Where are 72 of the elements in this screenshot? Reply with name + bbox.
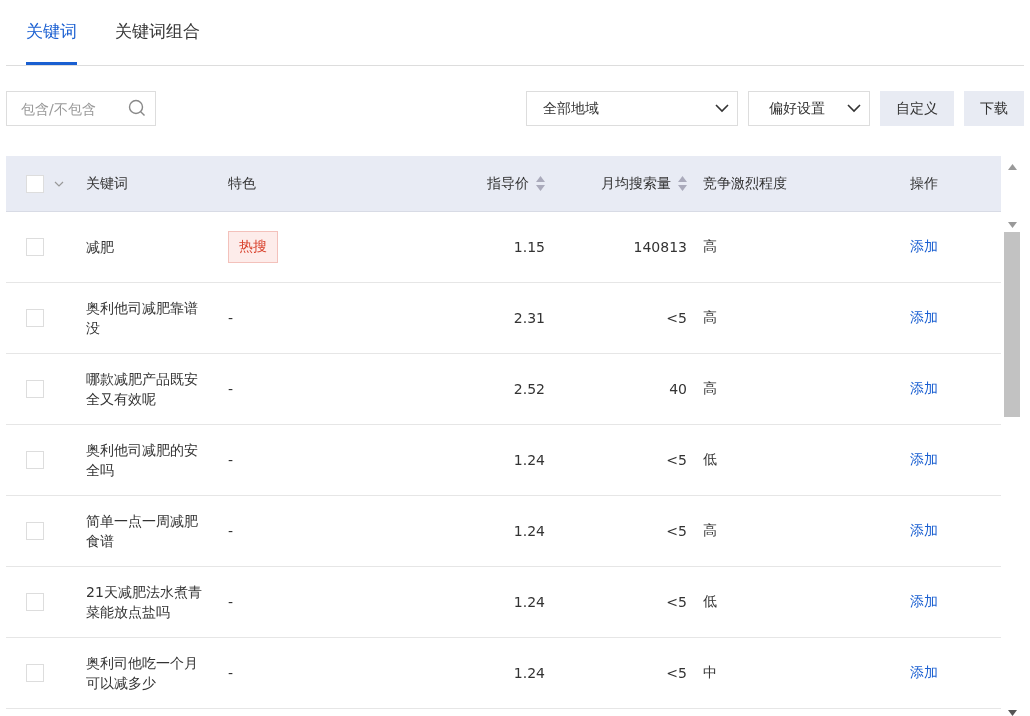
column-header: 竞争激烈程度: [703, 174, 787, 193]
price-cell: 1.24: [513, 452, 545, 468]
search-volume-cell: <5: [666, 523, 687, 539]
search-volume-cell: <5: [666, 310, 687, 326]
search-volume-cell: 140813: [633, 239, 687, 255]
sortable-column-header[interactable]: 月均搜索量: [601, 174, 687, 193]
competition-cell: 高: [703, 309, 717, 327]
price-cell: 2.31: [513, 310, 545, 326]
keyword-cell-text: 奥利司他吃一个月可以减多少: [86, 654, 199, 693]
search-icon: [128, 99, 146, 117]
add-link[interactable]: 添加: [910, 380, 938, 398]
feature-cell: -: [228, 665, 234, 681]
feature-cell: -: [228, 523, 234, 539]
region-dropdown[interactable]: 全部地域: [526, 91, 738, 126]
add-link[interactable]: 添加: [910, 309, 938, 327]
keyword-cell-text: 21天减肥法水煮青菜能放点盐吗: [86, 583, 203, 622]
keyword-cell-text: 减肥: [86, 238, 115, 257]
download-button[interactable]: 下载: [964, 91, 1024, 126]
competition-cell: 低: [703, 451, 717, 469]
add-link[interactable]: 添加: [910, 593, 938, 611]
add-link[interactable]: 添加: [910, 522, 938, 540]
tab[interactable]: 关键词组合: [115, 0, 200, 65]
feature-cell: -: [228, 452, 234, 468]
row-checkbox[interactable]: [26, 451, 44, 469]
select-all-checkbox[interactable]: [26, 174, 44, 193]
sort-icon[interactable]: [678, 176, 687, 191]
search-field[interactable]: 包含/不包含: [6, 91, 156, 126]
chevron-down-icon: [715, 104, 729, 113]
search-volume-cell: <5: [666, 594, 687, 610]
preference-dropdown[interactable]: 偏好设置: [748, 91, 870, 126]
tab[interactable]: 关键词: [26, 0, 77, 65]
add-link[interactable]: 添加: [910, 451, 938, 469]
row-checkbox[interactable]: [26, 380, 44, 398]
column-header: 特色: [228, 174, 256, 193]
search-volume-cell: <5: [666, 665, 687, 681]
chevron-down-icon[interactable]: [54, 180, 64, 187]
search-volume-cell: 40: [669, 381, 687, 397]
sort-icon[interactable]: [536, 176, 545, 191]
price-cell: 1.15: [513, 239, 545, 255]
scroll-down-icon[interactable]: [1007, 710, 1017, 716]
sortable-column-header[interactable]: 指导价: [487, 174, 545, 193]
scrollbar-thumb[interactable]: [1004, 232, 1020, 417]
search-volume-cell: <5: [666, 452, 687, 468]
feature-cell: -: [228, 381, 234, 397]
competition-cell: 中: [703, 664, 717, 682]
feature-cell: -: [228, 594, 234, 610]
price-cell: 1.24: [513, 665, 545, 681]
price-cell: 1.24: [513, 523, 545, 539]
row-checkbox[interactable]: [26, 522, 44, 540]
row-checkbox[interactable]: [26, 309, 44, 327]
column-header: 操作: [910, 174, 938, 193]
hot-search-tag: 热搜: [228, 231, 278, 263]
add-link[interactable]: 添加: [910, 664, 938, 682]
price-cell: 2.52: [513, 381, 545, 397]
customize-button[interactable]: 自定义: [880, 91, 954, 126]
chevron-down-icon: [847, 104, 861, 113]
keyword-cell-text: 奥利他司减肥靠谱没: [86, 299, 199, 338]
competition-cell: 高: [703, 522, 717, 540]
keyword-cell-text: 哪款减肥产品既安全又有效呢: [86, 370, 199, 409]
scroll-up-icon[interactable]: [1007, 164, 1017, 170]
row-checkbox[interactable]: [26, 593, 44, 611]
competition-cell: 低: [703, 593, 717, 611]
competition-cell: 高: [703, 238, 717, 256]
keyword-cell-text: 奥利他司减肥的安全吗: [86, 441, 199, 480]
add-link[interactable]: 添加: [910, 238, 938, 256]
feature-cell: -: [228, 310, 234, 326]
column-header: 关键词: [86, 174, 128, 193]
price-cell: 1.24: [513, 594, 545, 610]
row-checkbox[interactable]: [26, 664, 44, 682]
row-checkbox[interactable]: [26, 238, 44, 256]
keyword-cell-text: 简单一点一周减肥食谱: [86, 512, 199, 551]
competition-cell: 高: [703, 380, 717, 398]
